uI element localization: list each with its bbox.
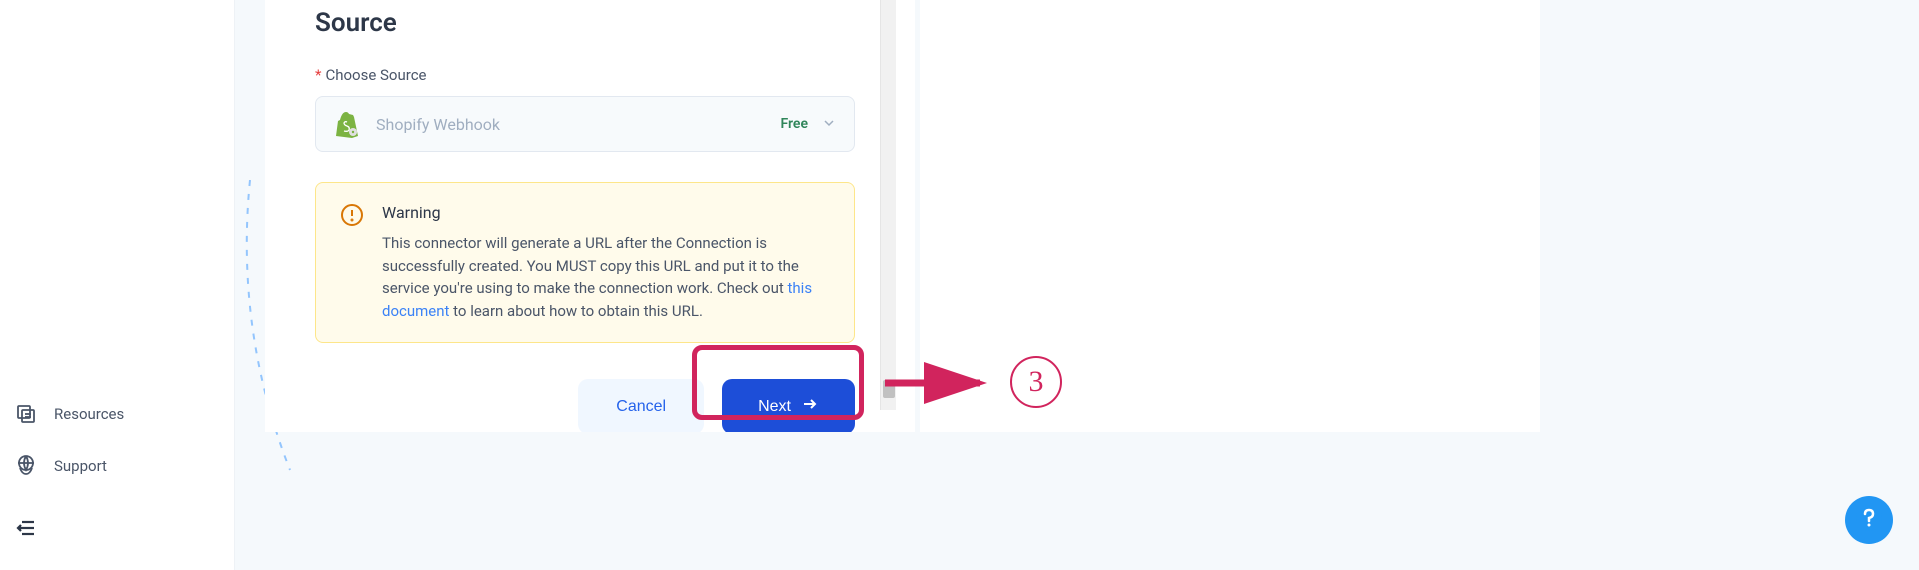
required-asterisk: * xyxy=(315,66,321,84)
sidebar-collapse-button[interactable] xyxy=(0,502,234,540)
next-button-label: Next xyxy=(758,398,791,416)
dropdown-value: Shopify Webhook xyxy=(376,115,781,134)
right-panel xyxy=(920,0,1540,432)
button-row: Cancel Next xyxy=(315,379,855,432)
main-panel: Source *Choose Source Shopify Webhook Fr… xyxy=(265,0,915,432)
sidebar-item-label-resources: Resources xyxy=(54,405,124,423)
dropdown-badge: Free xyxy=(781,116,809,132)
help-button[interactable] xyxy=(1845,496,1893,544)
warning-icon xyxy=(340,203,364,227)
warning-content: Warning This connector will generate a U… xyxy=(382,203,830,322)
warning-text-part2: to learn about how to obtain this URL. xyxy=(449,302,702,320)
sidebar-item-resources[interactable]: Resources xyxy=(0,388,234,440)
shopify-icon xyxy=(334,110,362,138)
warning-title: Warning xyxy=(382,203,830,222)
sidebar: Resources Support xyxy=(0,0,235,570)
source-dropdown[interactable]: Shopify Webhook Free xyxy=(315,96,855,152)
scrollbar[interactable] xyxy=(880,0,896,410)
field-label-text: Choose Source xyxy=(325,66,426,84)
cancel-button[interactable]: Cancel xyxy=(578,379,704,432)
arrow-right-icon xyxy=(801,395,819,418)
sidebar-item-label-support: Support xyxy=(54,457,107,475)
resources-icon xyxy=(14,402,38,426)
collapse-icon xyxy=(14,516,38,540)
warning-text: This connector will generate a URL after… xyxy=(382,232,830,322)
scrollbar-thumb[interactable] xyxy=(883,380,895,398)
help-icon xyxy=(1855,504,1883,536)
support-icon xyxy=(14,454,38,478)
next-button[interactable]: Next xyxy=(722,379,855,432)
sidebar-item-support[interactable]: Support xyxy=(0,440,234,492)
chevron-down-icon xyxy=(822,115,836,134)
warning-alert: Warning This connector will generate a U… xyxy=(315,182,855,343)
warning-text-part1: This connector will generate a URL after… xyxy=(382,234,799,297)
section-title: Source xyxy=(315,8,865,38)
field-label: *Choose Source xyxy=(315,66,865,84)
